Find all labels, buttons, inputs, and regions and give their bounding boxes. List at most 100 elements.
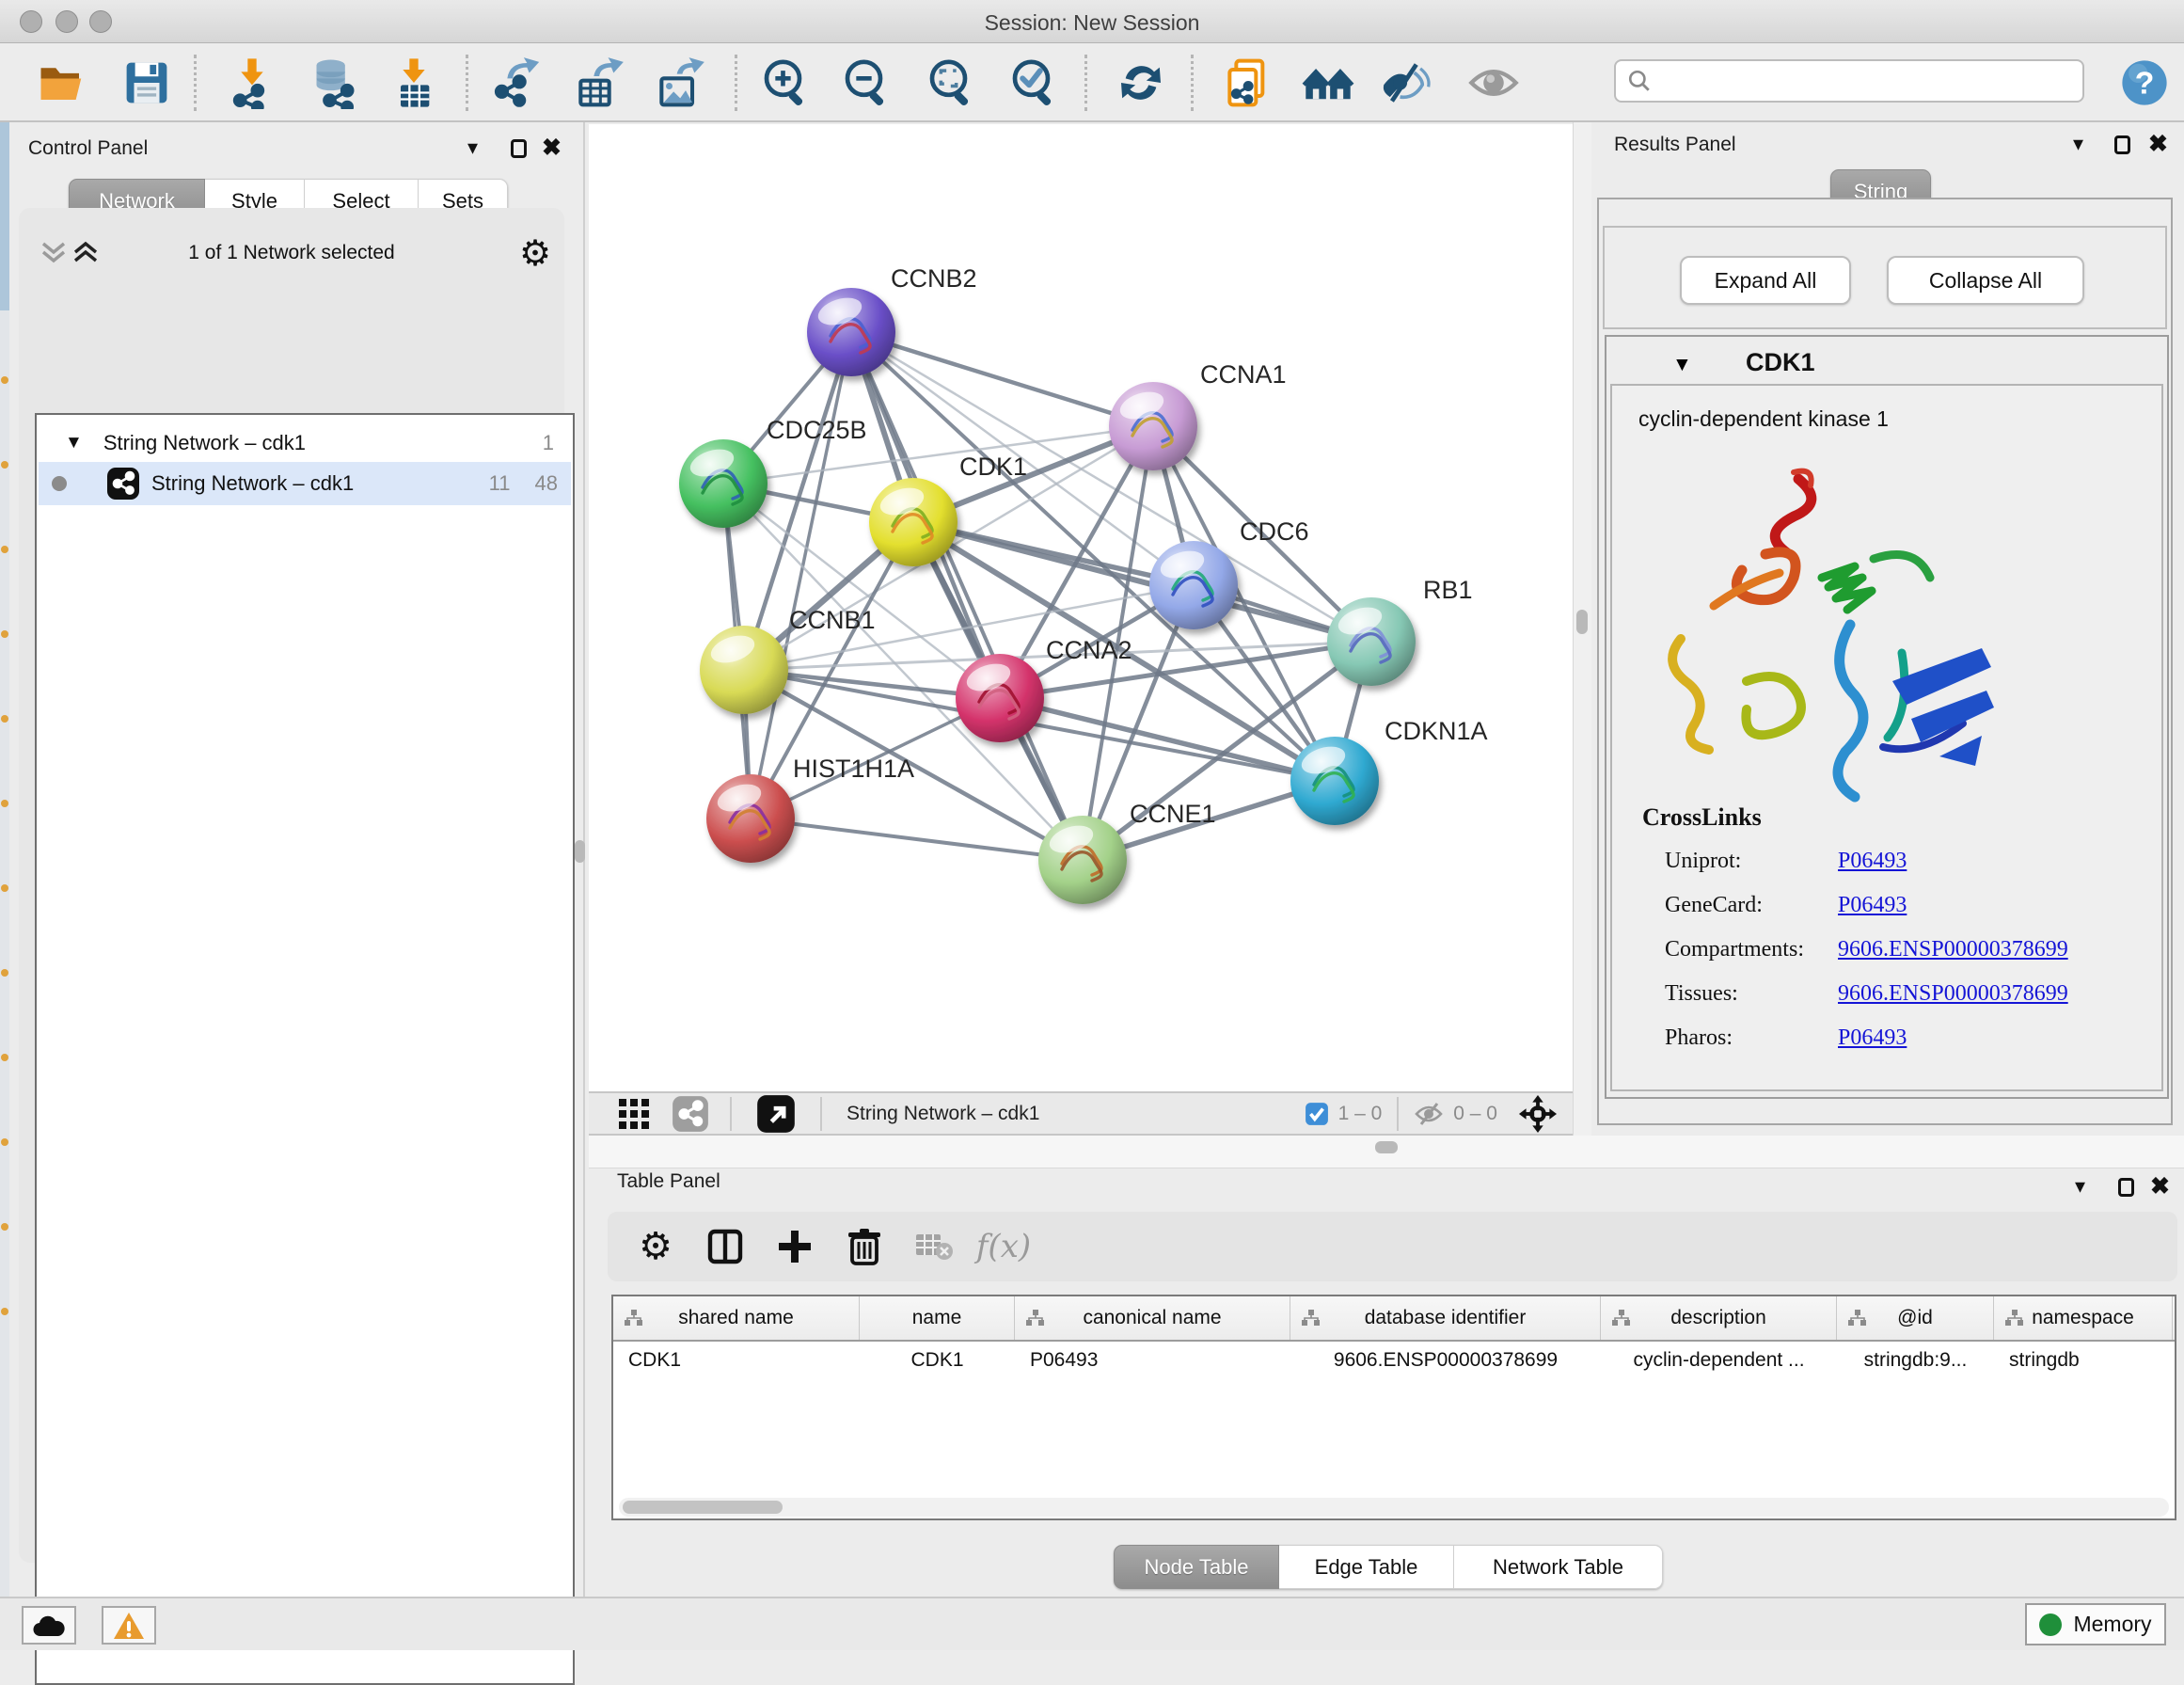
table-cell[interactable]: cyclin-dependent ... — [1601, 1342, 1837, 1379]
table-cell[interactable]: CDK1 — [860, 1342, 1015, 1379]
control-panel-float-icon[interactable] — [511, 139, 527, 158]
export-image-icon[interactable] — [653, 56, 705, 109]
network-node-RB1[interactable] — [1327, 597, 1416, 686]
network-node-CCNB2[interactable] — [807, 288, 895, 376]
search-input[interactable] — [1652, 70, 2065, 92]
export-network-icon[interactable] — [492, 56, 545, 109]
help-icon[interactable]: ? — [2118, 56, 2171, 109]
control-panel-close-icon[interactable]: ✖ — [542, 137, 562, 158]
network-node-CCNA2[interactable] — [956, 654, 1044, 742]
collapse-all-icon[interactable] — [40, 240, 68, 266]
column-header-namespace[interactable]: namespace — [1994, 1296, 2173, 1340]
crosslink-tissues-link[interactable]: 9606.ENSP00000378699 — [1838, 981, 2068, 1007]
import-network-icon[interactable] — [226, 56, 278, 109]
zoom-out-icon[interactable] — [841, 56, 894, 109]
zoom-fit-icon[interactable] — [926, 56, 978, 109]
results-panel-menu-caret-icon[interactable]: ▾ — [2073, 134, 2083, 154]
network-node-CDK1[interactable] — [869, 478, 957, 566]
tab-network-table[interactable]: Network Table — [1454, 1545, 1663, 1589]
table-panel-menu-caret-icon[interactable]: ▾ — [2075, 1176, 2085, 1197]
delete-column-trash-icon[interactable] — [830, 1218, 899, 1275]
network-node-CCNA1[interactable] — [1109, 382, 1197, 470]
save-session-icon[interactable] — [120, 56, 173, 109]
table-cell[interactable]: CDK1 — [613, 1342, 860, 1379]
open-folder-icon[interactable] — [36, 56, 88, 109]
tab-node-table[interactable]: Node Table — [1114, 1545, 1279, 1589]
pan-crosshair-icon[interactable] — [1518, 1094, 1558, 1134]
selected-checkbox-icon[interactable] — [1305, 1102, 1329, 1126]
column-header-database-identifier[interactable]: database identifier — [1290, 1296, 1601, 1340]
string-network-graph[interactable]: CCNB2CCNA1CDC25BCDK1CDC6RB1CCNB1CCNA2CDK… — [589, 124, 1573, 1091]
scrollbar-thumb[interactable] — [623, 1501, 783, 1514]
add-column-icon[interactable] — [760, 1218, 830, 1275]
hide-selected-eye-slash-icon[interactable] — [1380, 56, 1432, 109]
table-cell[interactable]: P06493 — [1015, 1342, 1290, 1379]
control-panel-menu-caret-icon[interactable]: ▾ — [467, 137, 478, 158]
network-edge[interactable] — [751, 332, 851, 819]
grid-view-icon[interactable] — [617, 1097, 651, 1131]
network-collection-row[interactable]: ▼ String Network – cdk1 1 — [39, 424, 571, 462]
show-columns-icon[interactable] — [690, 1218, 760, 1275]
refresh-icon[interactable] — [1115, 56, 1167, 109]
results-panel-close-icon[interactable]: ✖ — [2148, 134, 2168, 154]
network-node-CDKN1A[interactable] — [1290, 737, 1379, 825]
export-table-icon[interactable] — [572, 56, 625, 109]
crosslink-uniprot-link[interactable]: P06493 — [1838, 849, 1907, 874]
table-horizontal-scrollbar[interactable] — [619, 1498, 2169, 1517]
vertical-splitter-handle[interactable] — [1576, 610, 1588, 634]
collapse-all-button[interactable]: Collapse All — [1887, 256, 2084, 305]
gene-section-caret-icon[interactable]: ▼ — [1672, 354, 1692, 376]
table-cell[interactable]: stringdb:9... — [1837, 1342, 1994, 1379]
function-builder-icon[interactable]: f(x) — [969, 1218, 1038, 1275]
tab-edge-table[interactable]: Edge Table — [1279, 1545, 1454, 1589]
collection-caret-icon[interactable]: ▼ — [65, 433, 83, 453]
table-options-gear-icon[interactable]: ⚙ — [621, 1218, 690, 1275]
column-header-name[interactable]: name — [860, 1296, 1015, 1340]
cloud-button[interactable] — [22, 1606, 76, 1645]
search-field[interactable] — [1614, 59, 2084, 103]
results-panel-float-icon[interactable] — [2114, 135, 2130, 154]
table-cell[interactable]: 9606.ENSP00000378699 — [1290, 1342, 1601, 1379]
network-node-CDC25B[interactable] — [679, 439, 768, 528]
open-string-doc-icon[interactable] — [1221, 56, 1274, 109]
network-row[interactable]: String Network – cdk1 11 48 — [39, 462, 571, 505]
detach-view-icon[interactable] — [756, 1094, 796, 1134]
window-title: Session: New Session — [0, 10, 2184, 36]
first-neighbors-icon[interactable] — [1302, 56, 1354, 109]
crosslink-pharos-link[interactable]: P06493 — [1838, 1025, 1907, 1051]
table-row[interactable]: CDK1CDK1P064939606.ENSP00000378699cyclin… — [613, 1342, 2175, 1379]
delete-table-icon[interactable] — [899, 1218, 969, 1275]
memory-button[interactable]: Memory — [2025, 1603, 2166, 1645]
table-panel-close-icon[interactable]: ✖ — [2150, 1176, 2170, 1197]
expand-all-button[interactable]: Expand All — [1680, 256, 1851, 305]
hidden-eye-slash-icon — [1414, 1101, 1444, 1127]
network-node-HIST1H1A[interactable] — [706, 774, 795, 863]
column-header-canonical-name[interactable]: canonical name — [1015, 1296, 1290, 1340]
network-node-CCNE1[interactable] — [1038, 816, 1127, 904]
column-header-description[interactable]: description — [1601, 1296, 1837, 1340]
crosslink-label: Compartments: — [1665, 937, 1804, 962]
crosslink-genecard-link[interactable]: P06493 — [1838, 893, 1907, 918]
network-node-CCNB1[interactable] — [700, 626, 788, 714]
network-canvas[interactable]: CCNB2CCNA1CDC25BCDK1CDC6RB1CCNB1CCNA2CDK… — [589, 124, 1573, 1091]
import-network-from-database-icon[interactable] — [307, 56, 359, 109]
expand-all-icon[interactable] — [71, 240, 100, 266]
string-view-icon[interactable] — [672, 1095, 709, 1133]
crosslink-compartments-link[interactable]: 9606.ENSP00000378699 — [1838, 937, 2068, 962]
network-edge[interactable] — [851, 332, 1153, 426]
warnings-button[interactable] — [102, 1606, 156, 1645]
zoom-selected-icon[interactable] — [1008, 56, 1061, 109]
table-panel-float-icon[interactable] — [2118, 1178, 2134, 1197]
column-header-shared-name[interactable]: shared name — [613, 1296, 860, 1340]
network-edge[interactable] — [751, 819, 1083, 860]
import-table-icon[interactable] — [388, 56, 440, 109]
network-options-gear-icon[interactable]: ⚙ — [519, 232, 551, 275]
vertical-splitter-handle[interactable] — [575, 840, 585, 863]
network-node-CDC6[interactable] — [1149, 541, 1238, 629]
table-cell[interactable]: stringdb — [1994, 1342, 2173, 1379]
horizontal-splitter-handle[interactable] — [1375, 1141, 1398, 1153]
column-header-@id[interactable]: @id — [1837, 1296, 1994, 1340]
show-all-eye-icon[interactable] — [1467, 56, 1520, 109]
zoom-in-icon[interactable] — [760, 56, 813, 109]
crosslink-label: Uniprot: — [1665, 849, 1741, 874]
